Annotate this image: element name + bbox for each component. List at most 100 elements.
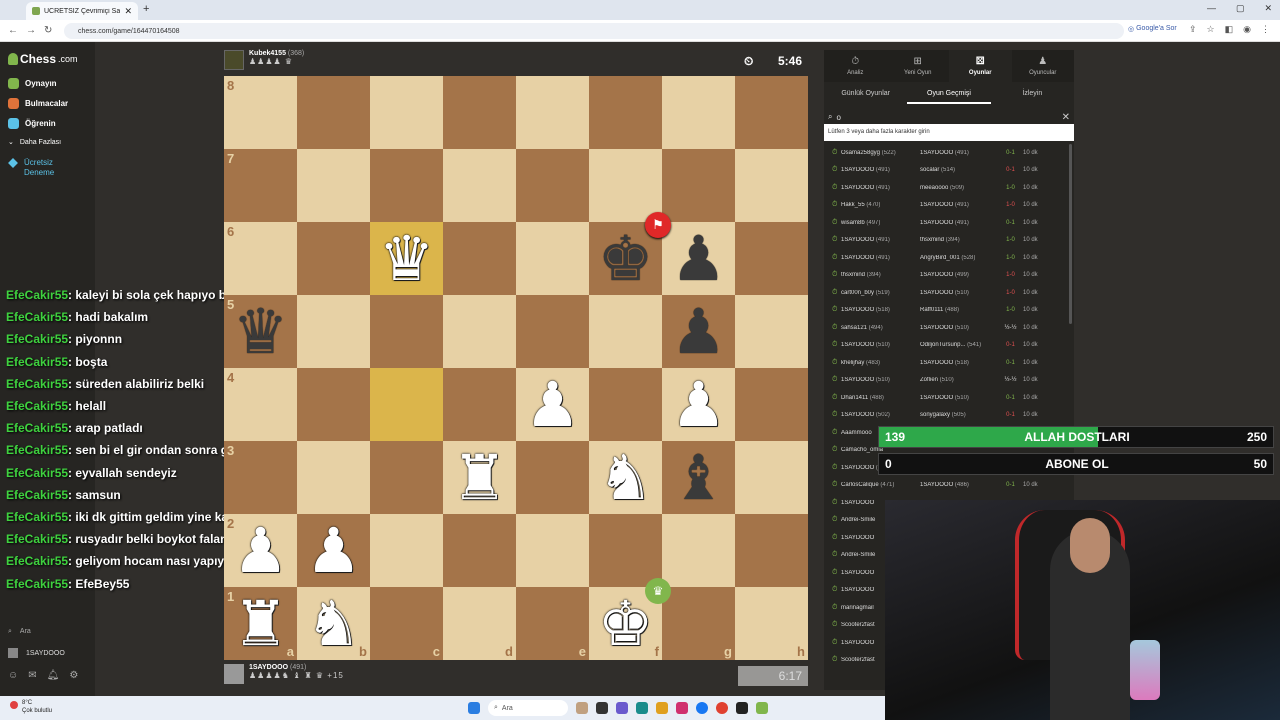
square-f3[interactable]: ♞	[589, 441, 662, 514]
square-f4[interactable]	[589, 368, 662, 441]
game-row[interactable]: ⏱ cart00n_b0y (519) 1SAYDOOO (510) 1-0 10 dk	[824, 284, 1074, 302]
widgets-icon[interactable]	[576, 702, 588, 714]
chess-app-icon[interactable]	[756, 702, 768, 714]
square-g5[interactable]: ♟	[662, 295, 735, 368]
square-h5[interactable]	[735, 295, 808, 368]
history-search-input[interactable]: o	[836, 113, 840, 122]
free-trial-link[interactable]: Ücretsiz Deneme	[8, 158, 54, 178]
square-f8[interactable]	[589, 76, 662, 149]
chess-logo[interactable]: Chess .com	[8, 52, 78, 66]
task-view-icon[interactable]	[596, 702, 608, 714]
copilot-icon[interactable]	[616, 702, 628, 714]
square-c6[interactable]: ♛	[370, 222, 443, 295]
menu-dots-icon[interactable]: ⋮	[1261, 24, 1270, 35]
forward-icon[interactable]: →	[26, 25, 36, 36]
game-row[interactable]: ⏱ khelijhay (483) 1SAYDOOO (518) 0-1 10 dk	[824, 354, 1074, 372]
black-piece[interactable]: ♚	[598, 227, 654, 290]
white-piece[interactable]: ♟	[306, 519, 362, 582]
square-h2[interactable]	[735, 514, 808, 587]
square-c1[interactable]: c	[370, 587, 443, 660]
chess-board[interactable]: 8 7 6 ♛ ♚ ♟ 5 ♛ ♟ 4 ♟ ♟ 3 ♜ ♞ ♝ 2 ♟ ♟ 1 a ♜ b ♞ c d e f ♚ g h	[224, 76, 808, 660]
square-h3[interactable]	[735, 441, 808, 514]
square-h7[interactable]	[735, 149, 808, 222]
square-b8[interactable]	[297, 76, 370, 149]
history-search[interactable]: ⌕ o ✕	[828, 110, 1070, 124]
sidebar-item-play[interactable]: Oynayın	[8, 78, 57, 89]
black-piece[interactable]: ♟	[671, 227, 727, 290]
square-c5[interactable]	[370, 295, 443, 368]
google-ask-button[interactable]: ◎ Google'a Sor	[1128, 25, 1177, 33]
notifications-icon[interactable]: 🔔︎	[47, 670, 60, 681]
tab-games[interactable]: ⚄ Oyunlar	[949, 50, 1012, 82]
back-icon[interactable]: ←	[8, 25, 18, 36]
game-row[interactable]: ⏱ sahsa121 (494) 1SAYDOOO (510) ½-½ 10 dk	[824, 319, 1074, 337]
square-g7[interactable]	[662, 149, 735, 222]
square-a7[interactable]: 7	[224, 149, 297, 222]
square-a1[interactable]: 1 a ♜	[224, 587, 297, 660]
game-row[interactable]: ⏱ 1SAYDOOO (491) meeaoooo (509) 1-0 10 dk	[824, 179, 1074, 197]
square-d7[interactable]	[443, 149, 516, 222]
square-f5[interactable]	[589, 295, 662, 368]
black-piece[interactable]: ♝	[671, 446, 727, 509]
square-e3[interactable]	[516, 441, 589, 514]
tab-players[interactable]: ♟ Oyuncular	[1012, 50, 1075, 82]
game-row[interactable]: ⏱ Hakk_55 (470) 1SAYDOOO (491) 1-0 10 dk	[824, 197, 1074, 215]
sidebar-user[interactable]: 1SAYDOOO	[8, 648, 65, 658]
square-a4[interactable]: 4	[224, 368, 297, 441]
game-row[interactable]: ⏱ 1SAYDOOO (518) Raff0111 (488) 1-0 10 dk	[824, 302, 1074, 320]
settings-gear-icon[interactable]: ⚙	[69, 670, 78, 681]
square-e1[interactable]: e	[516, 587, 589, 660]
subtab-daily-games[interactable]: Günlük Oyunlar	[824, 84, 907, 104]
square-d1[interactable]: d	[443, 587, 516, 660]
white-piece[interactable]: ♞	[306, 592, 362, 655]
sidebar-item-learn[interactable]: Öğrenin	[8, 118, 56, 129]
square-e8[interactable]	[516, 76, 589, 149]
game-row[interactable]: ⏱ 1SAYDOOO (491) AngryBird_001 (528) 1-0 10 …	[824, 249, 1074, 267]
square-h8[interactable]	[735, 76, 808, 149]
square-d6[interactable]	[443, 222, 516, 295]
edge-icon[interactable]	[636, 702, 648, 714]
square-b4[interactable]	[297, 368, 370, 441]
instagram-icon[interactable]	[676, 702, 688, 714]
opponent-name[interactable]: Kubek4155	[249, 50, 286, 57]
weather-widget[interactable]: 8°C Çok bulutlu	[10, 699, 52, 715]
maximize-icon[interactable]: ▢	[1236, 3, 1245, 14]
square-d8[interactable]	[443, 76, 516, 149]
subtab-game-history[interactable]: Oyun Geçmişi	[907, 84, 991, 104]
square-a3[interactable]: 3	[224, 441, 297, 514]
start-icon[interactable]	[468, 702, 480, 714]
sidebar-search[interactable]: ⌕ Ara	[8, 628, 31, 636]
clear-search-icon[interactable]: ✕	[1062, 112, 1070, 123]
chrome-icon[interactable]	[716, 702, 728, 714]
square-c7[interactable]	[370, 149, 443, 222]
player-avatar[interactable]	[224, 664, 244, 684]
square-f7[interactable]	[589, 149, 662, 222]
white-piece[interactable]: ♛	[379, 227, 435, 290]
white-piece[interactable]: ♟	[671, 373, 727, 436]
square-c4[interactable]	[370, 368, 443, 441]
square-c8[interactable]	[370, 76, 443, 149]
square-b5[interactable]	[297, 295, 370, 368]
messages-icon[interactable]: ✉	[28, 670, 36, 681]
opponent-avatar[interactable]	[224, 50, 244, 70]
square-e5[interactable]	[516, 295, 589, 368]
facebook-icon[interactable]	[696, 702, 708, 714]
reload-icon[interactable]: ↻	[44, 25, 52, 36]
tiktok-icon[interactable]	[736, 702, 748, 714]
game-row[interactable]: ⏱ Osama258gyg (522) 1SAYDOOO (491) 0-1 10 dk	[824, 144, 1074, 162]
subtab-watch[interactable]: İzleyin	[991, 84, 1074, 104]
game-row[interactable]: ⏱ 1SAYDOOO (491) thsxmind (394) 1-0 10 dk	[824, 232, 1074, 250]
square-d5[interactable]	[443, 295, 516, 368]
friends-icon[interactable]: ☺	[8, 670, 18, 681]
game-row[interactable]: ⏱ 1SAYDOOO (510) OdiljonTursunp... (541) 0-…	[824, 337, 1074, 355]
game-row[interactable]: ⏱ wisam8b (497) 1SAYDOOO (491) 0-1 10 dk	[824, 214, 1074, 232]
square-e4[interactable]: ♟	[516, 368, 589, 441]
sidebar-item-puzzles[interactable]: Bulmacalar	[8, 98, 68, 109]
profile-icon[interactable]: ◉	[1243, 24, 1251, 35]
minimize-icon[interactable]: —	[1207, 3, 1216, 14]
square-a8[interactable]: 8	[224, 76, 297, 149]
square-g3[interactable]: ♝	[662, 441, 735, 514]
square-g6[interactable]: ♟	[662, 222, 735, 295]
square-b2[interactable]: ♟	[297, 514, 370, 587]
share-icon[interactable]: ⇪	[1189, 24, 1197, 35]
